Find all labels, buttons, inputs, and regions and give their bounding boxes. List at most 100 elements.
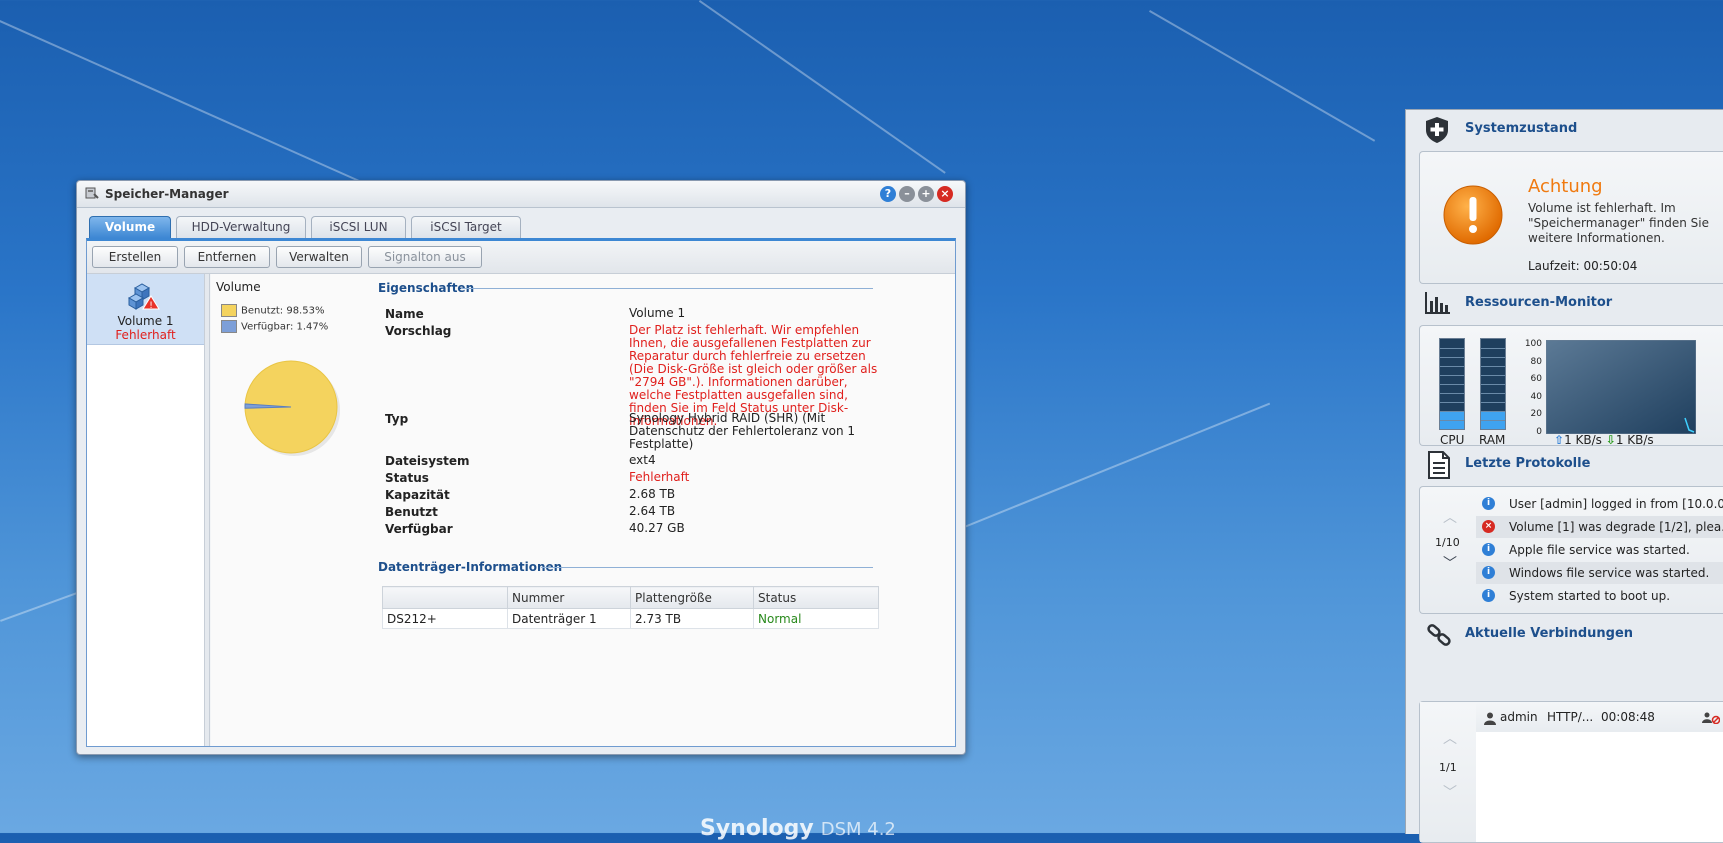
prop-value-status: Fehlerhaft: [629, 470, 690, 484]
health-widget-body: Achtung Volume ist fehlerhaft. Im "Speic…: [1419, 151, 1723, 284]
y-tick: 40: [1530, 391, 1542, 402]
tab-iscsi-target[interactable]: iSCSI Target: [411, 216, 521, 238]
splitter[interactable]: [205, 274, 210, 746]
volume-list-item[interactable]: ! Volume 1 Fehlerhaft: [87, 274, 204, 345]
network-graph: [1546, 340, 1696, 434]
minimize-icon[interactable]: –: [899, 186, 915, 202]
table-row[interactable]: DS212+ Datenträger 1 2.73 TB Normal: [382, 608, 879, 629]
column-header-status[interactable]: Status: [753, 586, 879, 609]
link-icon: [1427, 624, 1451, 646]
meter-segment: [1481, 411, 1505, 412]
tab-content: Erstellen Entfernen Verwalten Signalton …: [86, 238, 956, 747]
meter-segment: [1440, 402, 1464, 403]
prop-value-name: Volume 1: [629, 306, 686, 320]
meter-segment: [1481, 384, 1505, 385]
properties-title: Eigenschaften: [378, 281, 475, 295]
resource-widget-header[interactable]: Ressourcen-Monitor: [1406, 284, 1723, 320]
legend-used: Benutzt: 98.53%: [221, 304, 324, 317]
connection-user: admin: [1500, 710, 1538, 724]
legend-free: Verfügbar: 1.47%: [221, 320, 328, 333]
log-entry[interactable]: i User [admin] logged in from [10.0.0...: [1476, 493, 1723, 515]
volume-status: Fehlerhaft: [115, 328, 176, 342]
disk-table-header: Nummer Plattengröße Status: [382, 586, 879, 609]
error-icon: ×: [1482, 520, 1495, 533]
meter-segment: [1440, 411, 1464, 412]
prop-label-name: Name: [385, 307, 424, 321]
meter-segment: [1440, 420, 1464, 421]
prop-label-used: Benutzt: [385, 505, 438, 519]
user-icon: [1484, 712, 1496, 725]
logs-widget-header[interactable]: Letzte Protokolle: [1406, 445, 1723, 481]
svg-text:!: !: [149, 301, 153, 310]
log-entry[interactable]: i Apple file service was started.: [1476, 539, 1723, 561]
help-icon[interactable]: ?: [880, 186, 896, 202]
remove-button[interactable]: Entfernen: [184, 246, 270, 268]
prop-label-status: Status: [385, 471, 429, 485]
prop-value-available: 40.27 GB: [629, 521, 685, 535]
resource-widget-body: CPU RAM 100 80 60 40 20 0 ⇧1 KB/s ⇩1 KB/…: [1419, 325, 1723, 447]
tab-hdd-management[interactable]: HDD-Verwaltung: [176, 216, 306, 238]
create-button[interactable]: Erstellen: [92, 246, 178, 268]
column-header-device[interactable]: [382, 586, 508, 609]
network-graph-y-axis: 100 80 60 40 20 0: [1522, 336, 1542, 441]
meter-segment: [1481, 375, 1505, 376]
warning-icon: [1443, 185, 1503, 245]
panel-heading: Volume: [216, 280, 261, 294]
meter-segment: [1440, 357, 1464, 358]
kick-user-icon[interactable]: [1702, 712, 1720, 724]
chevron-up-icon[interactable]: ︿: [1443, 507, 1457, 527]
meter-segment: [1481, 393, 1505, 394]
chevron-down-icon[interactable]: ﹀: [1443, 782, 1457, 802]
connection-row[interactable]: admin HTTP/... 00:08:48: [1476, 702, 1723, 732]
prop-label-available: Verfügbar: [385, 522, 453, 536]
close-icon[interactable]: ×: [937, 186, 953, 202]
wallpaper-streak: [698, 0, 946, 174]
properties-divider: [461, 288, 873, 289]
meter-segment: [1440, 393, 1464, 394]
connections-widget-header[interactable]: Aktuelle Verbindungen: [1406, 615, 1723, 651]
ram-meter: [1480, 338, 1506, 430]
uptime: Laufzeit: 00:50:04: [1528, 259, 1638, 273]
manage-button[interactable]: Verwalten: [276, 246, 362, 268]
maximize-icon[interactable]: +: [918, 186, 934, 202]
info-icon: i: [1482, 566, 1495, 579]
widget-panel: Systemzustand Achtung Volume ist fehlerh…: [1405, 109, 1723, 843]
prop-label-type: Typ: [385, 412, 409, 426]
window-titlebar[interactable]: Speicher-Manager ? – + ×: [77, 181, 965, 208]
log-entry[interactable]: × Volume [1] was degrade [1/2], plea...: [1476, 516, 1723, 538]
legend-free-swatch: [221, 320, 237, 333]
prop-label-filesystem: Dateisystem: [385, 454, 470, 468]
meter-segment: [1440, 375, 1464, 376]
disk-info-table: Nummer Plattengröße Status DS212+ Datent…: [382, 586, 879, 629]
storage-manager-icon: [85, 187, 99, 199]
prop-label-capacity: Kapazität: [385, 488, 450, 502]
volume-list: ! Volume 1 Fehlerhaft: [87, 274, 205, 746]
chevron-up-icon[interactable]: ︿: [1443, 728, 1457, 748]
disk-info-divider: [541, 567, 873, 568]
chevron-down-icon[interactable]: ﹀: [1443, 553, 1457, 573]
connections-pager: ︿ 1/1 ﹀: [1420, 702, 1476, 842]
log-entry[interactable]: i System started to boot up.: [1476, 585, 1723, 607]
y-tick: 0: [1536, 426, 1542, 437]
meter-segment: [1481, 348, 1505, 349]
column-header-size[interactable]: Plattengröße: [630, 586, 754, 609]
prop-value-used: 2.64 TB: [629, 504, 676, 518]
tab-volume[interactable]: Volume: [89, 216, 171, 238]
info-icon: i: [1482, 543, 1495, 556]
logs-page-indicator: 1/10: [1435, 536, 1460, 549]
log-entry[interactable]: i Windows file service was started.: [1476, 562, 1723, 584]
meter-segment: [1481, 366, 1505, 367]
mute-beep-button[interactable]: Signalton aus: [368, 246, 482, 268]
connection-protocol: HTTP/...: [1547, 710, 1594, 724]
cell-status: Normal: [753, 608, 879, 629]
health-widget-header[interactable]: Systemzustand: [1406, 110, 1723, 146]
prop-value-filesystem: ext4: [629, 453, 656, 467]
document-icon: [1428, 451, 1450, 479]
tab-iscsi-lun[interactable]: iSCSI LUN: [311, 216, 406, 238]
meter-segment: [1481, 420, 1505, 421]
column-header-number[interactable]: Nummer: [507, 586, 631, 609]
toolbar: Erstellen Entfernen Verwalten Signalton …: [87, 241, 955, 274]
prop-label-suggestion: Vorschlag: [385, 324, 452, 338]
connections-widget-body: ︿ 1/1 ﹀ admin HTTP/... 00:08:48: [1419, 701, 1723, 843]
connections-page-indicator: 1/1: [1439, 761, 1457, 774]
